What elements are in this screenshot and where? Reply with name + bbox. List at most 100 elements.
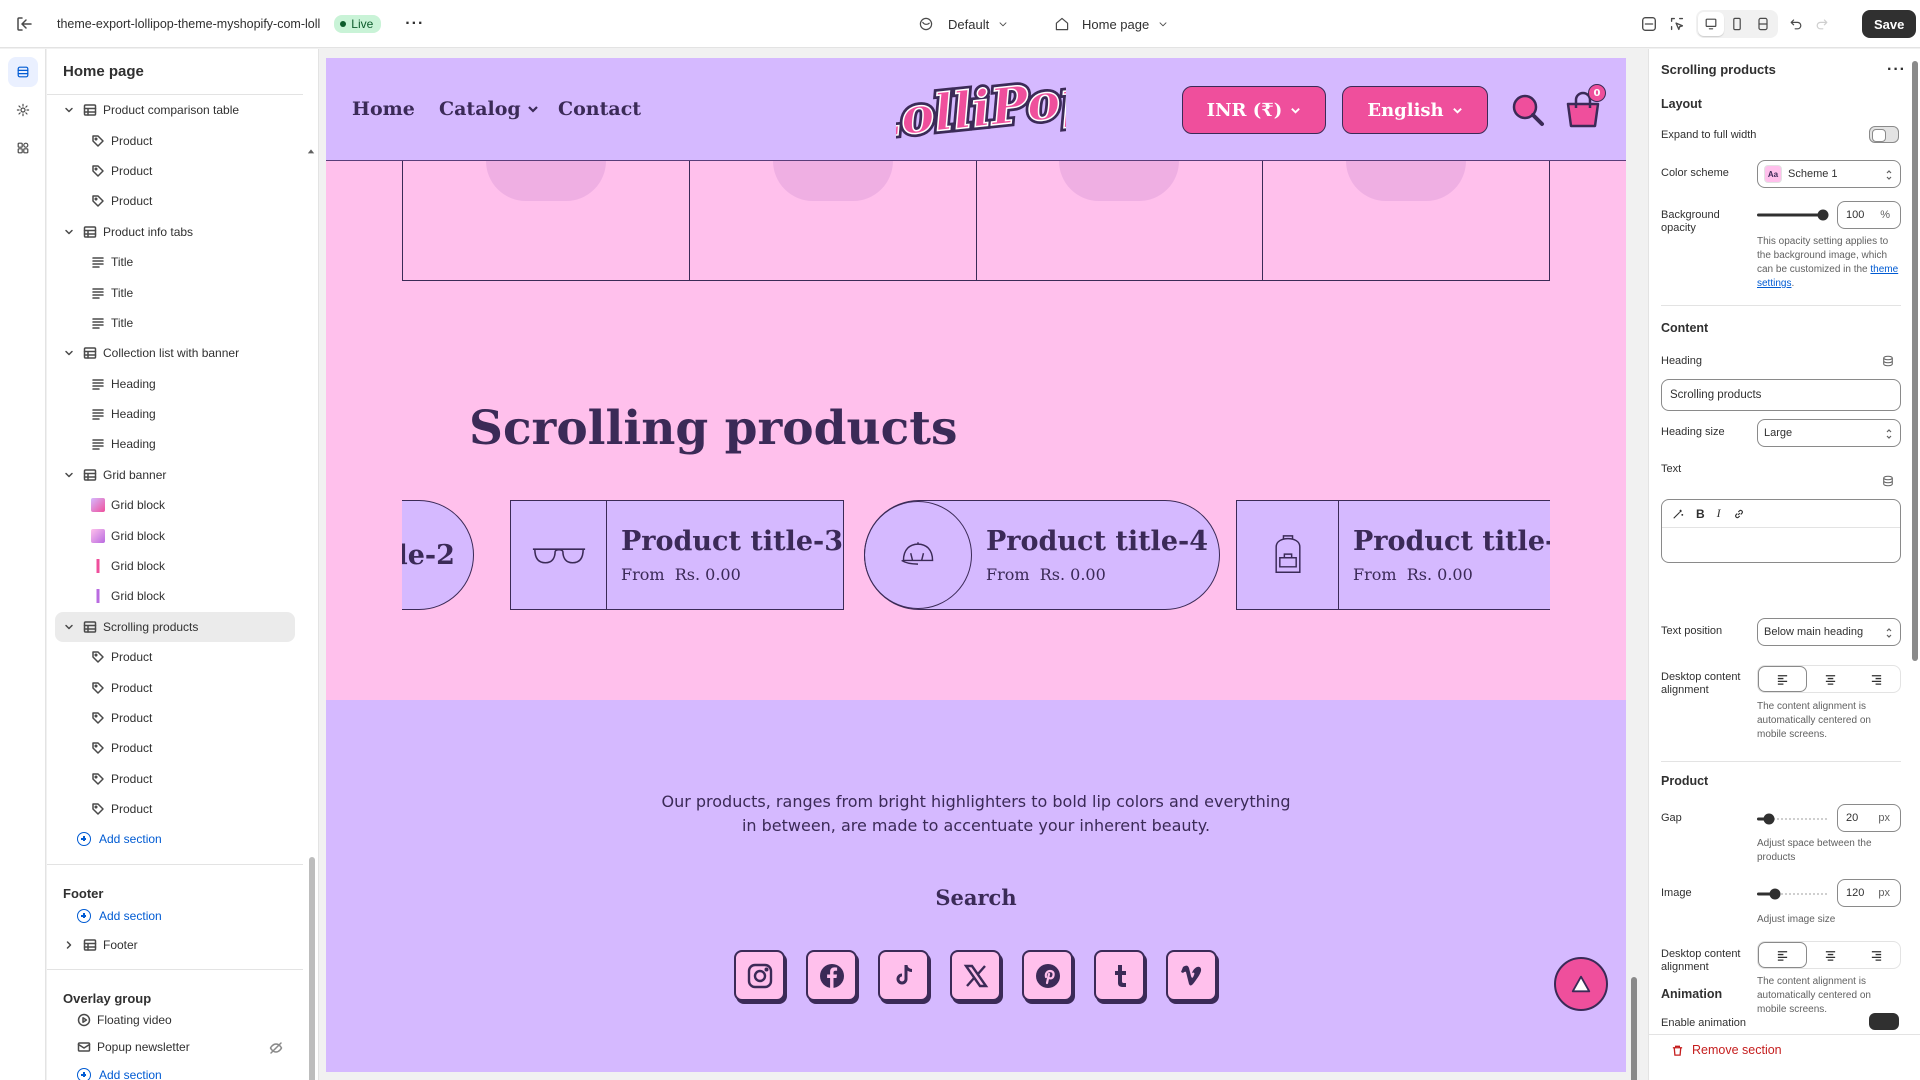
- enable-animation-toggle[interactable]: [1869, 1013, 1899, 1030]
- x-link[interactable]: [950, 950, 1001, 1001]
- block-item[interactable]: Heading: [47, 429, 303, 459]
- scroll-thumb[interactable]: [309, 857, 315, 1080]
- footer-add-section-button[interactable]: Add section: [47, 901, 303, 931]
- block-item[interactable]: Product: [47, 733, 303, 763]
- scroll-thumb[interactable]: [1912, 61, 1918, 661]
- collection-tile[interactable]: [1263, 161, 1549, 280]
- save-button[interactable]: Save: [1862, 10, 1917, 38]
- redo-icon[interactable]: [1814, 14, 1830, 34]
- vimeo-link[interactable]: [1166, 950, 1217, 1001]
- dynamic-source-icon[interactable]: [1882, 355, 1894, 367]
- image-size-slider[interactable]: [1757, 888, 1829, 900]
- collection-tile[interactable]: [690, 161, 977, 280]
- nav-contact[interactable]: Contact: [558, 98, 641, 120]
- block-item[interactable]: Product: [47, 703, 303, 733]
- align-right-button[interactable]: [1853, 666, 1900, 692]
- select-element-icon[interactable]: [1668, 14, 1686, 34]
- block-item[interactable]: Grid block: [47, 520, 303, 550]
- block-item[interactable]: Grid block: [47, 581, 303, 611]
- bg-opacity-slider[interactable]: [1757, 209, 1829, 221]
- section-item-collection-list-with-banner[interactable]: Collection list with banner: [47, 338, 303, 368]
- bold-icon[interactable]: B: [1696, 507, 1705, 521]
- block-item[interactable]: Grid block: [47, 490, 303, 520]
- section-item-product-info-tabs[interactable]: Product info tabs: [47, 217, 303, 247]
- block-item[interactable]: Title: [47, 277, 303, 307]
- align-left-button[interactable]: [1758, 942, 1807, 968]
- product-card[interactable]: Product title-5 From Rs. 0.00: [1236, 500, 1550, 610]
- color-scheme-select[interactable]: Aa Scheme 1: [1757, 160, 1901, 188]
- align-left-button[interactable]: [1758, 666, 1807, 692]
- more-actions-button[interactable]: ···: [405, 15, 424, 33]
- gap-slider[interactable]: [1757, 813, 1829, 825]
- sections-nav-button[interactable]: [8, 57, 38, 87]
- search-icon[interactable]: [1508, 90, 1548, 130]
- block-item[interactable]: Product: [47, 125, 303, 155]
- sidebar-scrollbar[interactable]: [306, 97, 316, 1080]
- language-selector[interactable]: English: [1342, 86, 1488, 134]
- section-item-scrolling-products[interactable]: Scrolling products: [55, 611, 295, 643]
- panel-scrollbar[interactable]: [1911, 61, 1919, 1021]
- align-right-button[interactable]: [1853, 942, 1900, 968]
- pinterest-link[interactable]: [1022, 950, 1073, 1001]
- tiktok-link[interactable]: [878, 950, 929, 1001]
- image-size-input[interactable]: 120 px: [1837, 879, 1901, 907]
- section-item-product-comparison-table[interactable]: Product comparison table: [47, 95, 303, 125]
- preview-scrollbar[interactable]: [1628, 52, 1640, 1080]
- product-card[interactable]: Product title-4 From Rs. 0.00: [864, 500, 1220, 610]
- gap-input[interactable]: 20 px: [1837, 804, 1901, 832]
- section-item-grid-banner[interactable]: Grid banner: [47, 460, 303, 490]
- block-item[interactable]: Product: [47, 642, 303, 672]
- magic-icon[interactable]: [1672, 508, 1684, 520]
- text-position-select[interactable]: Below main heading: [1757, 618, 1901, 646]
- align-center-button[interactable]: [1807, 666, 1854, 692]
- inspector-icon[interactable]: [1640, 14, 1658, 34]
- scroll-thumb[interactable]: [1631, 977, 1637, 1080]
- exit-button[interactable]: [14, 0, 34, 48]
- mobile-view-button[interactable]: [1724, 12, 1750, 36]
- section-item-floating-video[interactable]: Floating video: [47, 1006, 303, 1034]
- heading-size-select[interactable]: Large: [1757, 419, 1901, 447]
- template-select[interactable]: Default: [918, 0, 1009, 48]
- theme-settings-nav-button[interactable]: [8, 95, 38, 125]
- nav-catalog[interactable]: Catalog: [439, 98, 539, 120]
- currency-selector[interactable]: INR (₹): [1182, 86, 1326, 134]
- fullscreen-view-button[interactable]: [1750, 12, 1776, 36]
- overlay-add-section-button[interactable]: Add section: [47, 1060, 303, 1080]
- heading-input[interactable]: Scrolling products: [1661, 379, 1901, 411]
- add-section-button[interactable]: Add section: [47, 824, 303, 854]
- block-item[interactable]: Heading: [47, 399, 303, 429]
- product-card[interactable]: Product title-3 From Rs. 0.00: [510, 500, 844, 610]
- remove-section-button[interactable]: Remove section: [1649, 1035, 1899, 1065]
- align-center-button[interactable]: [1807, 942, 1854, 968]
- block-item[interactable]: Product: [47, 672, 303, 702]
- nav-home[interactable]: Home: [352, 98, 415, 120]
- scroll-up-icon[interactable]: [307, 147, 315, 155]
- eye-hidden-icon[interactable]: [269, 1041, 283, 1055]
- undo-icon[interactable]: [1788, 14, 1804, 34]
- desktop-view-button[interactable]: [1698, 12, 1724, 36]
- block-item[interactable]: Product: [47, 794, 303, 824]
- italic-icon[interactable]: I: [1717, 506, 1721, 521]
- section-item-footer[interactable]: Footer: [47, 931, 303, 959]
- tumblr-link[interactable]: [1094, 950, 1145, 1001]
- block-item[interactable]: Product: [47, 186, 303, 216]
- footer-search-link[interactable]: Search: [326, 885, 1626, 910]
- collection-tile[interactable]: [403, 161, 690, 280]
- block-item[interactable]: Title: [47, 308, 303, 338]
- dynamic-source-icon[interactable]: [1882, 475, 1894, 487]
- block-item[interactable]: Grid block: [47, 551, 303, 581]
- block-item[interactable]: Heading: [47, 369, 303, 399]
- block-item[interactable]: Product: [47, 156, 303, 186]
- apps-nav-button[interactable]: [8, 133, 38, 163]
- facebook-link[interactable]: [806, 950, 857, 1001]
- expand-toggle[interactable]: [1869, 126, 1899, 143]
- page-select[interactable]: Home page: [1054, 0, 1169, 48]
- product-card[interactable]: tle-2: [402, 500, 474, 610]
- bg-opacity-input[interactable]: 100%: [1837, 201, 1901, 229]
- block-item[interactable]: Title: [47, 247, 303, 277]
- instagram-link[interactable]: [734, 950, 785, 1001]
- lollipop-logo[interactable]: LolliPop LolliPop: [896, 66, 1066, 154]
- link-icon[interactable]: [1733, 508, 1745, 520]
- scroll-to-top-button[interactable]: [1554, 957, 1608, 1011]
- block-item[interactable]: Product: [47, 764, 303, 794]
